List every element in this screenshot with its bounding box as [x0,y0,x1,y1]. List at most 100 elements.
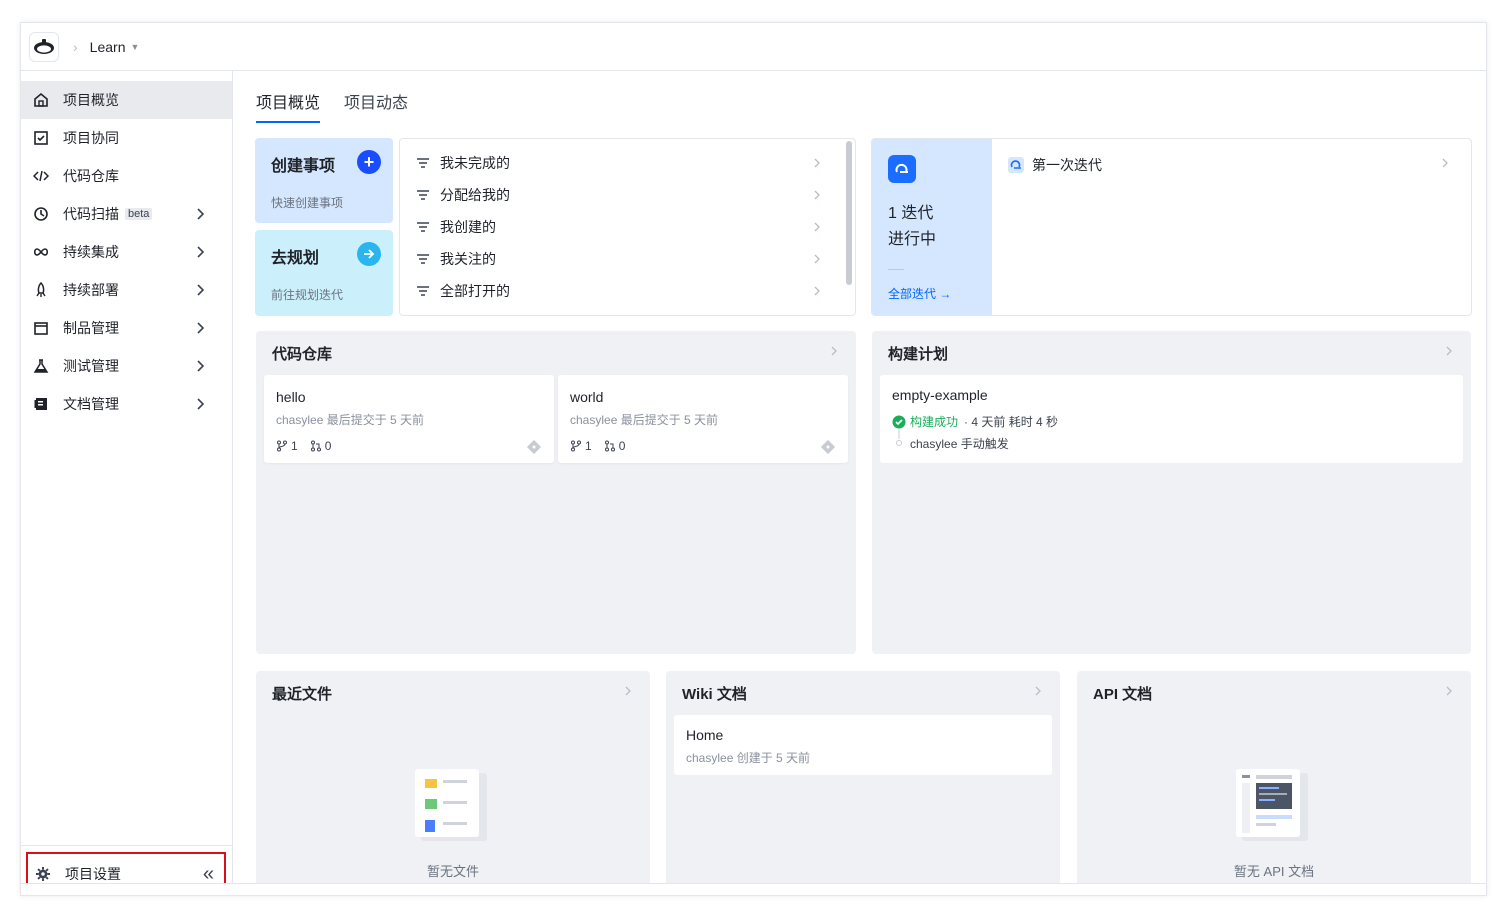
chevron-right-icon[interactable] [192,282,208,298]
build-item[interactable]: empty-example 构建成功 · 4 天前 耗时 4 秒 chasyle… [880,375,1463,463]
scan-icon [33,206,49,222]
build-time: · 4 天前 耗时 4 秒 [964,415,1059,429]
mr-count: 0 [310,439,331,453]
sidebar-item-cd[interactable]: 持续部署 [21,271,232,309]
sidebar-item-label: 持续集成 [63,244,119,260]
wiki-docs-card: Wiki 文档 Home chasylee 创建于 5 天前 [666,671,1060,883]
recent-files-card: 最近文件 暂无文件 [256,671,650,883]
chevron-right-icon[interactable] [192,206,208,222]
chevron-right-icon[interactable] [192,320,208,336]
sidebar-item-overview[interactable]: 项目概览 [21,81,232,119]
filter-item[interactable]: 分配给我的 [400,179,855,211]
wiki-item[interactable]: Home chasylee 创建于 5 天前 [674,715,1052,775]
wiki-name: Home [686,727,724,743]
check-circle-icon [892,415,906,428]
filter-icon [417,254,429,264]
filter-icon [417,190,429,200]
chevron-right-icon[interactable] [1032,685,1044,697]
home-icon [33,92,49,108]
sidebar-item-docs[interactable]: 文档管理 [21,385,232,423]
build-status: 构建成功 · 4 天前 耗时 4 秒 [892,413,1058,430]
chevron-right-icon[interactable] [1443,685,1455,697]
filter-label: 我未完成的 [440,155,510,171]
filter-label: 我创建的 [440,219,496,235]
iteration-item-label: 第一次迭代 [1032,157,1102,173]
chevron-right-icon[interactable] [192,396,208,412]
card-title: API 文档 [1093,686,1153,703]
chevron-right-icon [814,190,820,200]
sidebar-item-label: 代码扫描 [63,206,119,222]
plus-icon[interactable]: + [357,150,381,174]
filter-label: 全部打开的 [440,283,510,299]
build-trigger: chasylee 手动触发 [910,437,1009,451]
sidebar-item-collaboration[interactable]: 项目协同 [21,119,232,157]
repo-item[interactable]: hello chasylee 最后提交于 5 天前 1 0 [264,375,554,463]
merge-request-icon [604,440,615,452]
sidebar-item-label: 测试管理 [63,358,119,374]
card-title: 最近文件 [272,686,333,703]
filter-item[interactable]: 我创建的 [400,211,855,243]
scrollbar-thumb[interactable] [846,141,852,285]
chevron-right-icon[interactable] [1443,345,1455,357]
api-docs-card: API 文档 暂无 API 文档 [1077,671,1471,883]
sidebar-item-label: 文档管理 [63,396,119,412]
timeline-dot-icon [896,429,902,446]
document-icon [33,396,49,412]
chevron-right-icon[interactable] [828,345,840,357]
tab-overview[interactable]: 项目概览 [256,89,321,123]
chevron-right-icon [814,158,820,168]
repo-item[interactable]: world chasylee 最后提交于 5 天前 1 0 [558,375,848,463]
sidebar-item-label: 持续部署 [63,282,119,298]
go-plan-title: 去规划 [271,250,320,267]
chevron-right-icon[interactable] [192,358,208,374]
settings-label: 项目设置 [65,866,121,882]
filter-item[interactable]: 全部打开的 [400,275,855,307]
create-issue-subtitle: 快速创建事项 [271,196,344,210]
filter-item[interactable]: 我未完成的 [400,147,855,179]
package-icon [33,320,49,336]
sidebar-item-label: 项目协同 [63,130,119,146]
bottom-scrollbar-area [21,883,1486,895]
iteration-count: 1 迭代 进行中 [888,205,937,248]
checkbox-icon [33,130,49,146]
chevron-right-icon[interactable] [622,685,634,697]
iteration-item[interactable]: 第一次迭代 [1008,155,1102,175]
chevron-right-icon[interactable] [192,244,208,260]
filter-label: 分配给我的 [440,187,510,203]
empty-files-text: 暂无文件 [426,864,479,879]
chevron-right-icon[interactable] [1439,157,1451,169]
sidebar-item-artifacts[interactable]: 制品管理 [21,309,232,347]
rocket-icon [33,282,49,298]
filter-icon [417,222,429,232]
divider [888,269,904,270]
sidebar-item-ci[interactable]: 持续集成 [21,233,232,271]
infinity-icon [33,244,49,260]
sidebar-item-testing[interactable]: 测试管理 [21,347,232,385]
scrollbar[interactable] [843,139,855,315]
repo-name: hello [276,389,306,405]
branch-icon [571,440,581,452]
chevron-right-icon [814,286,820,296]
project-breadcrumb[interactable]: Learn [90,39,126,55]
sidebar-item-code-repo[interactable]: 代码仓库 [21,157,232,195]
flask-icon [33,358,49,374]
tab-activity[interactable]: 项目动态 [344,89,408,123]
go-plan-subtitle: 前往规划迭代 [271,288,344,302]
filter-label: 我关注的 [440,251,496,267]
iteration-summary: 1 迭代 进行中 全部迭代 → [872,139,992,315]
code-repo-card: 代码仓库 hello chasylee 最后提交于 5 天前 1 0 world… [256,331,856,654]
caret-down-icon[interactable]: ▼ [130,42,139,52]
app-logo[interactable] [29,31,59,62]
filter-item[interactable]: 我关注的 [400,243,855,275]
go-plan-card[interactable]: 去规划 前往规划迭代 [255,230,393,316]
repo-stats: 1 0 [570,439,637,453]
sidebar-item-code-scan[interactable]: 代码扫描 beta [21,195,232,233]
filter-icon [417,286,429,296]
sidebar-item-label: 代码仓库 [63,168,119,184]
create-issue-card[interactable]: 创建事项 + 快速创建事项 [255,138,393,223]
arrow-right-icon[interactable] [357,242,381,266]
build-status-text: 构建成功 [910,415,959,429]
logo-icon [34,38,54,54]
all-iterations-link[interactable]: 全部迭代 → [888,285,951,302]
collapse-sidebar-icon[interactable]: « [203,864,214,884]
